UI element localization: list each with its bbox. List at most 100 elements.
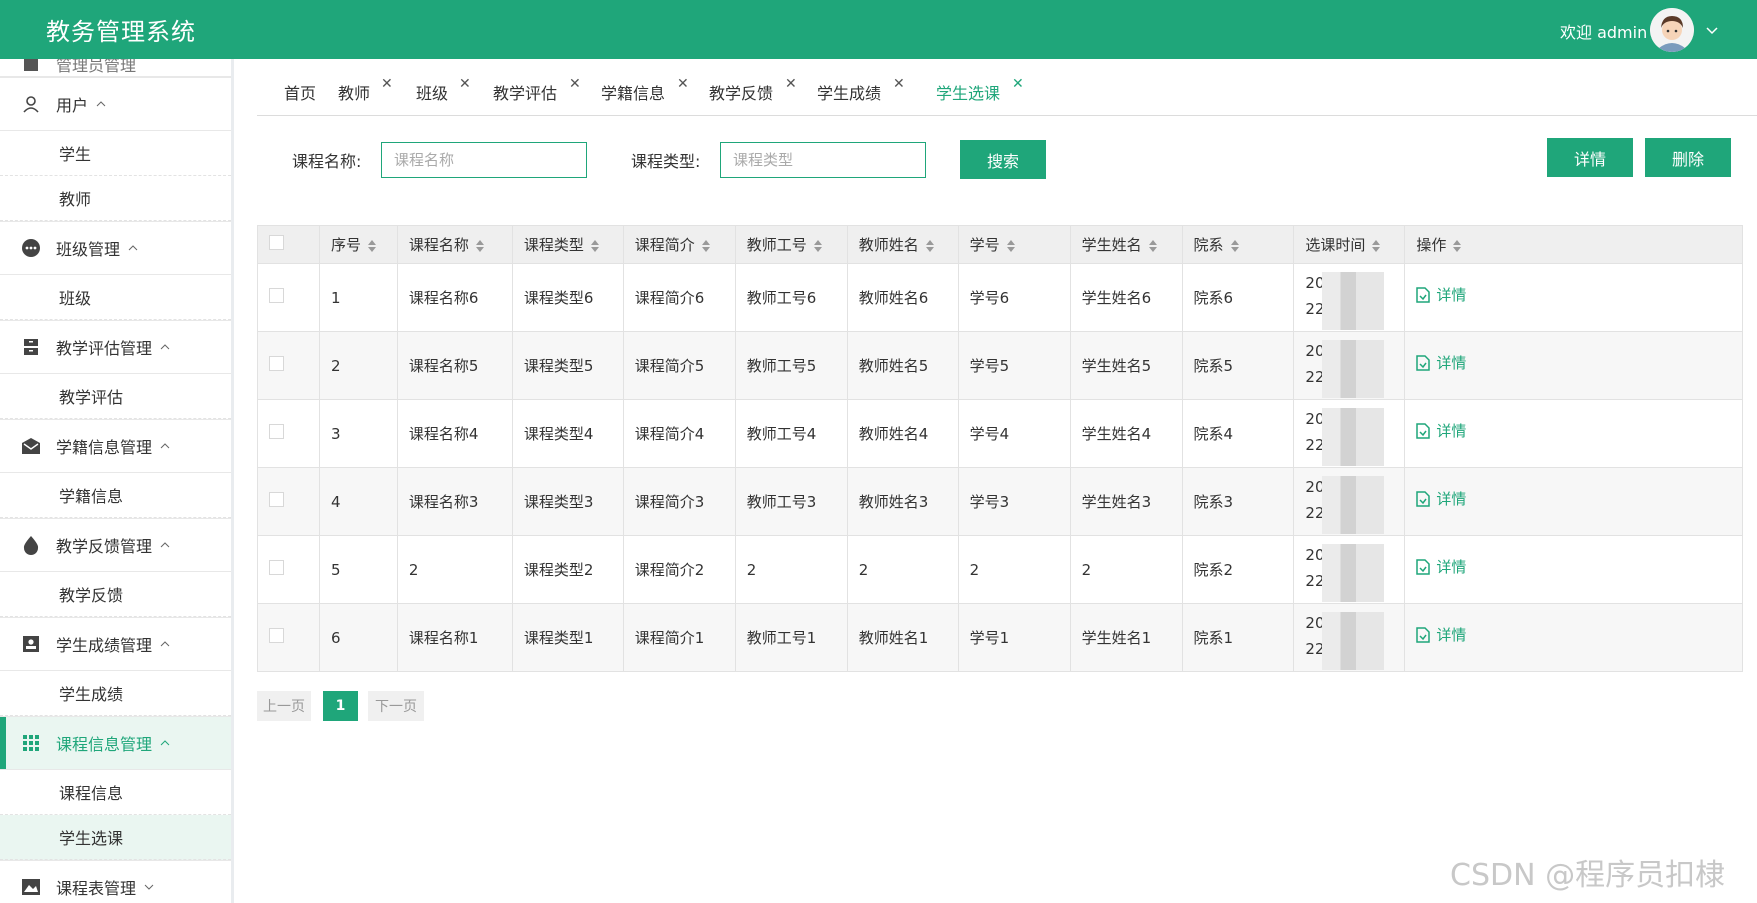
column-header[interactable]: 教师姓名 [846, 225, 959, 264]
table-cell: 课程名称3 [396, 467, 513, 536]
row-checkbox[interactable] [269, 424, 284, 439]
close-icon[interactable]: ✕ [677, 76, 689, 92]
close-icon[interactable]: ✕ [569, 76, 581, 92]
sort-icon[interactable] [1452, 239, 1462, 253]
select-all-checkbox[interactable] [269, 235, 284, 250]
sidebar-item-class[interactable]: 班级 [0, 275, 231, 320]
table-row[interactable]: 4 课程名称3 课程类型3 课程简介3 教师工号3 教师姓名3 学号3 学生姓名3 院系3 20 2… [257, 467, 1743, 536]
table-row[interactable]: 6 课程名称1 课程类型1 课程简介1 教师工号1 教师姓名1 学号1 学生姓名1 院系1 20 2… [257, 603, 1743, 672]
delete-button[interactable]: 删除 [1645, 138, 1731, 177]
sort-icon[interactable] [590, 239, 600, 253]
sidebar-group-schedule[interactable]: 课程表管理 [0, 860, 231, 903]
column-header[interactable]: 院系 [1181, 225, 1295, 264]
row-checkbox[interactable] [269, 288, 284, 303]
row-select-cell[interactable] [257, 331, 320, 400]
sidebar-group-status[interactable]: 学籍信息管理 [0, 419, 231, 473]
column-header[interactable]: 学号 [957, 225, 1071, 264]
detail-link-label: 详情 [1436, 354, 1467, 372]
sidebar-group-grades[interactable]: 学生成绩管理 [0, 617, 231, 671]
row-checkbox[interactable] [269, 560, 284, 575]
row-detail-link[interactable]: 详情 [1416, 284, 1466, 305]
table-row[interactable]: 3 课程名称4 课程类型4 课程简介4 教师工号4 教师姓名4 学号4 学生姓名4 院系4 20 2… [257, 399, 1743, 468]
sort-icon[interactable] [813, 239, 823, 253]
tab-course-selection[interactable]: 学生选课 ✕ [936, 76, 1024, 104]
course-type-input[interactable] [720, 142, 926, 178]
table-row[interactable]: 1 课程名称6 课程类型6 课程简介6 教师工号6 教师姓名6 学号6 学生姓名6 院系6 20 2… [257, 263, 1743, 332]
row-select-cell[interactable] [257, 467, 320, 536]
sidebar-item-status[interactable]: 学籍信息 [0, 473, 231, 518]
sidebar-item-course-info[interactable]: 课程信息 [0, 770, 231, 815]
sort-icon[interactable] [925, 239, 935, 253]
row-select-cell[interactable] [257, 535, 320, 604]
select-all-cell[interactable] [257, 225, 320, 264]
close-icon[interactable]: ✕ [893, 76, 905, 92]
user-icon [21, 94, 41, 114]
tab-feedback[interactable]: 教学反馈 ✕ [709, 76, 797, 104]
row-detail-link[interactable]: 详情 [1416, 352, 1466, 373]
column-header[interactable]: 操作 [1404, 225, 1743, 264]
column-header[interactable]: 教师工号 [734, 225, 848, 264]
row-select-cell[interactable] [257, 603, 320, 672]
next-page-button[interactable]: 下一页 [368, 691, 424, 721]
sidebar-item-teacher[interactable]: 教师 [0, 176, 231, 221]
sidebar-item-student[interactable]: 学生 [0, 131, 231, 176]
sort-icon[interactable] [1148, 239, 1158, 253]
row-detail-link[interactable]: 详情 [1416, 556, 1466, 577]
close-icon[interactable]: ✕ [459, 76, 471, 92]
column-header[interactable]: 课程名称 [396, 225, 513, 264]
sidebar-group-label: 课程信息管理 [56, 735, 153, 754]
sidebar-item-course-selection[interactable]: 学生选课 [0, 815, 231, 860]
search-button[interactable]: 搜索 [960, 140, 1046, 179]
row-detail-link[interactable]: 详情 [1416, 420, 1466, 441]
row-detail-link[interactable]: 详情 [1416, 624, 1466, 645]
course-name-input[interactable] [381, 142, 587, 178]
sort-icon[interactable] [367, 239, 377, 253]
table-cell: 3 [318, 399, 398, 468]
sort-icon[interactable] [1371, 239, 1381, 253]
sidebar-item-evaluation[interactable]: 教学评估 [0, 374, 231, 419]
sort-icon[interactable] [1006, 239, 1016, 253]
table-row[interactable]: 2 课程名称5 课程类型5 课程简介5 教师工号5 教师姓名5 学号5 学生姓名5 院系5 20 2… [257, 331, 1743, 400]
tab-evaluation[interactable]: 教学评估 ✕ [493, 76, 581, 104]
sidebar-item-feedback[interactable]: 教学反馈 [0, 572, 231, 617]
current-page-button[interactable]: 1 [323, 691, 358, 721]
table-cell: 学生姓名4 [1069, 399, 1183, 468]
close-icon[interactable]: ✕ [785, 76, 797, 92]
column-header[interactable]: 课程简介 [622, 225, 736, 264]
sidebar-group-feedback[interactable]: 教学反馈管理 [0, 518, 231, 572]
tab-grades[interactable]: 学生成绩 ✕ [817, 76, 905, 104]
column-header[interactable]: 学生姓名 [1069, 225, 1183, 264]
column-header[interactable]: 序号 [318, 225, 398, 264]
sidebar-group-course[interactable]: 课程信息管理 [0, 716, 231, 770]
tab-label: 学生成绩 [817, 84, 882, 103]
sidebar-group-admin[interactable]: 管理员管理 [0, 59, 231, 77]
row-select-cell[interactable] [257, 399, 320, 468]
tab-home[interactable]: 首页 [284, 80, 316, 104]
avatar[interactable] [1650, 8, 1694, 52]
close-icon[interactable]: ✕ [381, 76, 393, 92]
row-select-cell[interactable] [257, 263, 320, 332]
table-row[interactable]: 5 2 课程类型2 课程简介2 2 2 2 2 院系2 20 22 详情 [257, 535, 1743, 604]
tab-teacher[interactable]: 教师 ✕ [338, 76, 393, 104]
sort-icon[interactable] [475, 239, 485, 253]
row-checkbox[interactable] [269, 356, 284, 371]
chevron-down-icon[interactable] [1706, 22, 1718, 35]
row-checkbox[interactable] [269, 628, 284, 643]
detail-button[interactable]: 详情 [1547, 138, 1633, 177]
column-header[interactable]: 课程类型 [511, 225, 624, 264]
row-checkbox[interactable] [269, 492, 284, 507]
redacted-area [1322, 612, 1385, 670]
close-icon[interactable]: ✕ [1012, 76, 1024, 92]
sidebar-group-user[interactable]: 用户 [0, 77, 231, 131]
select-time-cell: 20 22 [1293, 603, 1406, 672]
sidebar-item-grades[interactable]: 学生成绩 [0, 671, 231, 716]
column-header[interactable]: 选课时间 [1293, 225, 1406, 264]
sort-icon[interactable] [701, 239, 711, 253]
sidebar-group-class[interactable]: 班级管理 [0, 221, 231, 275]
sidebar-group-evaluation[interactable]: 教学评估管理 [0, 320, 231, 374]
prev-page-button[interactable]: 上一页 [257, 691, 311, 721]
sort-icon[interactable] [1230, 239, 1240, 253]
tab-class[interactable]: 班级 ✕ [416, 76, 471, 104]
tab-status[interactable]: 学籍信息 ✕ [601, 76, 689, 104]
row-detail-link[interactable]: 详情 [1416, 488, 1466, 509]
